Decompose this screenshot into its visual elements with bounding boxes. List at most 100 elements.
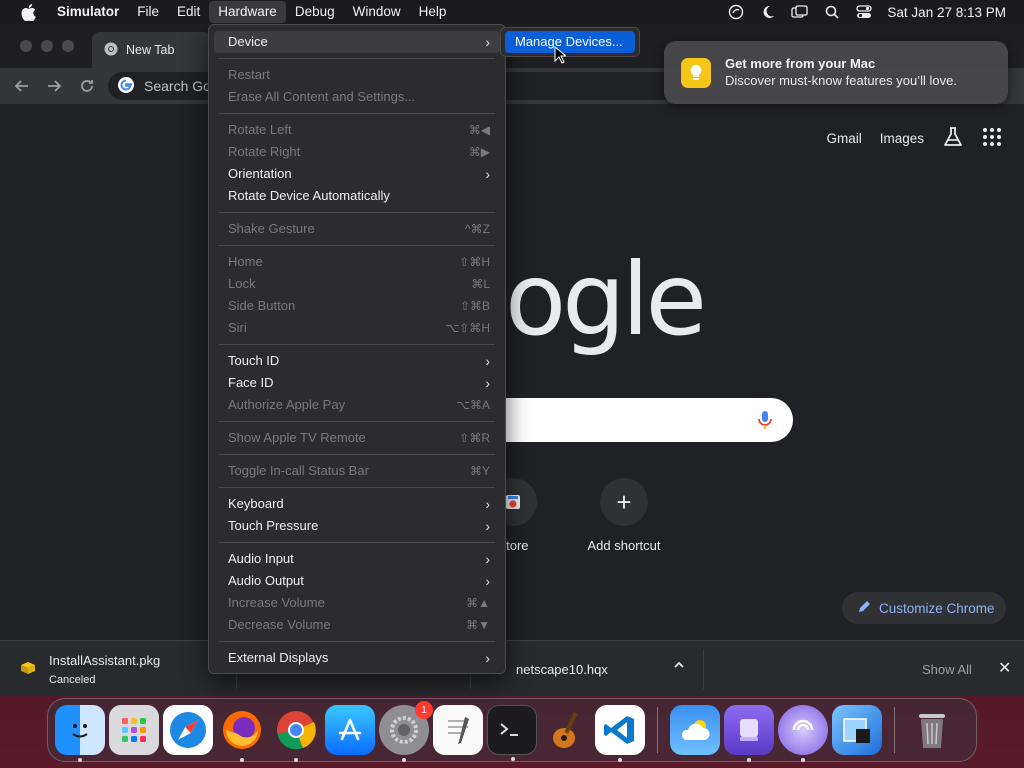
chevron-right-icon: › <box>485 496 490 512</box>
menu-item-lock[interactable]: Lock ⌘L <box>214 273 500 295</box>
forward-arrow-icon[interactable] <box>44 76 64 96</box>
shortcut-label: ⌘Y <box>469 464 490 478</box>
microphone-icon[interactable] <box>757 410 773 430</box>
labs-flask-icon[interactable] <box>942 126 964 151</box>
menu-item-keyboard[interactable]: Keyboard › <box>214 493 500 515</box>
menu-item-orientation[interactable]: Orientation › <box>214 163 500 185</box>
images-link[interactable]: Images <box>880 131 924 146</box>
chevron-right-icon: › <box>485 650 490 666</box>
menu-item-device[interactable]: Device › <box>214 31 500 53</box>
menu-item-shake[interactable]: Shake Gesture ^⌘Z <box>214 218 500 240</box>
menu-item-increase-volume[interactable]: Increase Volume ⌘▲ <box>214 592 500 614</box>
terminal-icon[interactable] <box>487 705 537 761</box>
system-settings-icon[interactable]: 1 <box>379 701 433 762</box>
menu-app-simulator[interactable]: Simulator <box>48 1 128 23</box>
menu-item-touch-id[interactable]: Touch ID › <box>214 350 500 372</box>
download-shelf: InstallAssistant.pkg Canceled netscape10… <box>0 640 1024 696</box>
finder-icon[interactable] <box>55 705 105 762</box>
menu-item-label: Orientation <box>228 166 292 181</box>
menu-hardware[interactable]: Hardware <box>209 1 286 23</box>
app-store-icon[interactable] <box>325 705 375 755</box>
menu-item-siri[interactable]: Siri ⌥⇧⌘H <box>214 317 500 339</box>
customize-chrome-label: Customize Chrome <box>879 600 995 616</box>
menu-item-audio-input[interactable]: Audio Input › <box>214 548 500 570</box>
window-close-button[interactable] <box>20 40 32 52</box>
chevron-right-icon: › <box>485 375 490 391</box>
menu-item-tv-remote[interactable]: Show Apple TV Remote ⇧⌘R <box>214 427 500 449</box>
menu-item-touch-pressure[interactable]: Touch Pressure › <box>214 515 500 537</box>
menu-separator <box>219 641 495 642</box>
menu-bar-clock[interactable]: Sat Jan 27 8:13 PM <box>887 5 1006 20</box>
textedit-icon[interactable] <box>433 705 483 755</box>
tab-new-tab[interactable]: New Tab <box>92 32 212 68</box>
menu-help[interactable]: Help <box>410 1 456 23</box>
torrent-icon[interactable] <box>778 705 828 762</box>
menu-item-label: Keyboard <box>228 496 284 511</box>
menu-window[interactable]: Window <box>344 1 410 23</box>
close-shelf-icon[interactable]: ✕ <box>998 658 1011 678</box>
menu-item-face-id[interactable]: Face ID › <box>214 372 500 394</box>
shortcut-add[interactable]: + Add shortcut <box>574 478 674 553</box>
window-zoom-button[interactable] <box>62 40 74 52</box>
window-minimize-button[interactable] <box>41 40 53 52</box>
back-arrow-icon[interactable] <box>12 76 32 96</box>
chevron-right-icon: › <box>485 353 490 369</box>
mouse-cursor-icon <box>554 45 568 67</box>
new-tab-page: Gmail Images ogle Store + Add shortcut C… <box>0 104 1024 640</box>
show-all-button[interactable]: Show All <box>922 662 972 677</box>
shortcut-label: ⇧⌘H <box>459 255 490 269</box>
status-app-icon[interactable] <box>727 4 745 20</box>
garageband-icon[interactable] <box>541 705 591 755</box>
menu-item-side-button[interactable]: Side Button ⇧⌘B <box>214 295 500 317</box>
menu-item-label: Rotate Left <box>228 122 292 137</box>
menu-edit[interactable]: Edit <box>168 1 209 23</box>
focus-moon-icon[interactable] <box>759 4 777 20</box>
menu-item-home[interactable]: Home ⇧⌘H <box>214 251 500 273</box>
menu-item-decrease-volume[interactable]: Decrease Volume ⌘▼ <box>214 614 500 636</box>
spotlight-search-icon[interactable] <box>823 4 841 20</box>
divider <box>703 649 704 689</box>
download-item-name[interactable]: InstallAssistant.pkg <box>49 653 160 668</box>
chevron-right-icon: › <box>485 34 490 50</box>
menu-item-manage-devices[interactable]: Manage Devices... <box>505 31 635 53</box>
menu-item-rotate-right[interactable]: Rotate Right ⌘▶ <box>214 141 500 163</box>
shortcut-label: ⌘▶ <box>468 145 490 159</box>
reload-icon[interactable] <box>77 76 97 96</box>
chrome-icon[interactable] <box>271 705 321 762</box>
download-item-name[interactable]: netscape10.hqx <box>516 662 608 677</box>
trash-icon[interactable] <box>907 705 957 755</box>
menu-item-rotate-left[interactable]: Rotate Left ⌘◀ <box>214 119 500 141</box>
preview-icon[interactable] <box>832 705 882 755</box>
menu-item-audio-output[interactable]: Audio Output › <box>214 570 500 592</box>
notification-title: Get more from your Mac <box>725 56 876 71</box>
launchpad-icon[interactable] <box>109 705 159 755</box>
menu-item-apple-pay[interactable]: Authorize Apple Pay ⌥⌘A <box>214 394 500 416</box>
weather-icon[interactable] <box>670 705 720 755</box>
control-center-icon[interactable] <box>855 4 873 20</box>
gmail-link[interactable]: Gmail <box>826 131 861 146</box>
chevron-right-icon: › <box>485 166 490 182</box>
menu-item-label: Touch Pressure <box>228 518 319 533</box>
menu-item-external-displays[interactable]: External Displays › <box>214 647 500 669</box>
shortcut-label: ⇧⌘B <box>459 299 490 313</box>
menu-file[interactable]: File <box>128 1 168 23</box>
menu-item-in-call-status[interactable]: Toggle In-call Status Bar ⌘Y <box>214 460 500 482</box>
chevron-up-icon[interactable] <box>673 659 685 674</box>
menu-item-restart[interactable]: Restart <box>214 64 500 86</box>
menu-separator <box>219 113 495 114</box>
menu-item-rotate-auto[interactable]: Rotate Device Automatically <box>214 185 500 207</box>
notification-banner[interactable]: Get more from your Mac Discover must-kno… <box>664 41 1008 104</box>
firefox-icon[interactable] <box>217 705 267 762</box>
package-icon <box>20 661 36 678</box>
menu-debug[interactable]: Debug <box>286 1 344 23</box>
dock-divider <box>894 707 895 753</box>
apps-grid-icon[interactable] <box>982 127 1002 150</box>
screen-mirroring-icon[interactable] <box>791 4 809 20</box>
menu-item-label: Side Button <box>228 298 296 313</box>
customize-chrome-button[interactable]: Customize Chrome <box>842 592 1006 624</box>
menu-item-erase[interactable]: Erase All Content and Settings... <box>214 86 500 108</box>
safari-icon[interactable] <box>163 705 213 755</box>
vscode-icon[interactable] <box>595 705 645 762</box>
storage-icon[interactable] <box>724 705 774 762</box>
apple-menu-icon[interactable] <box>18 3 38 21</box>
